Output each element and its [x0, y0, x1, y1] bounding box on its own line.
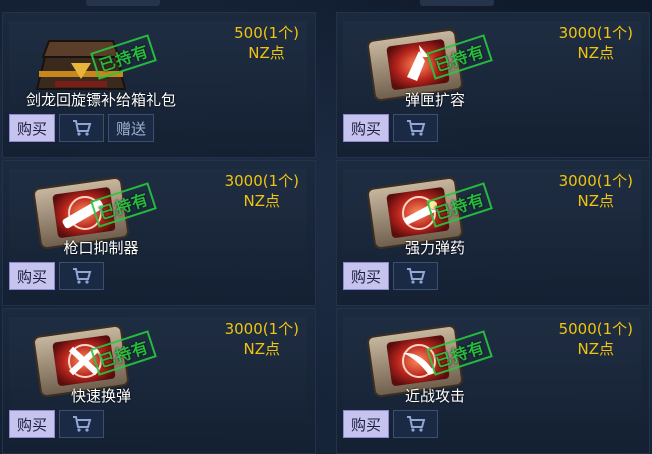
add-to-cart-button[interactable]	[393, 262, 438, 290]
price-currency: NZ点	[577, 192, 615, 210]
item-name: 弹匣扩容	[404, 91, 465, 109]
price-currency: NZ点	[248, 44, 285, 62]
add-to-cart-button[interactable]	[393, 114, 438, 142]
buy-button[interactable]: 购买	[9, 114, 55, 142]
price-amount: 3000(1个)	[224, 320, 299, 338]
cart-icon	[406, 120, 425, 136]
price-currency: NZ点	[243, 192, 281, 210]
cart-icon	[72, 416, 91, 432]
item-name: 枪口抑制器	[63, 239, 139, 257]
price-amount: 3000(1个)	[558, 172, 633, 190]
action-row: 购买 赠送	[9, 114, 154, 142]
shop-item-card: 已持有 3000(1个) NZ点 枪口抑制器 购买	[2, 160, 316, 306]
item-name: 快速换弹	[70, 387, 131, 405]
action-row: 购买	[9, 262, 104, 290]
shop-item-card: 已持有 3000(1个) NZ点 强力弹药 购买	[336, 160, 650, 306]
price-currency: NZ点	[243, 340, 281, 358]
price-amount: 5000(1个)	[558, 320, 633, 338]
item-name: 近战攻击	[404, 387, 465, 405]
cart-icon	[72, 268, 91, 284]
price-currency: NZ点	[577, 340, 615, 358]
gift-button[interactable]: 赠送	[108, 114, 154, 142]
price: 3000(1个) NZ点	[225, 171, 299, 211]
price-amount: 3000(1个)	[224, 172, 299, 190]
buy-button[interactable]: 购买	[343, 410, 389, 438]
item-name: 强力弹药	[404, 239, 465, 257]
add-to-cart-button[interactable]	[393, 410, 438, 438]
previous-row-edge	[86, 0, 160, 6]
add-to-cart-button[interactable]	[59, 410, 104, 438]
price: 500(1个) NZ点	[234, 23, 299, 63]
shop-item-card: 已持有 3000(1个) NZ点 弹匣扩容 购买	[336, 12, 650, 158]
price: 3000(1个) NZ点	[225, 319, 299, 359]
price-currency: NZ点	[577, 44, 615, 62]
buy-button[interactable]: 购买	[343, 262, 389, 290]
price-amount: 3000(1个)	[558, 24, 633, 42]
shop-item-card: 已持有 3000(1个) NZ点 快速换弹 购买	[2, 308, 316, 454]
action-row: 购买	[343, 262, 438, 290]
buy-button[interactable]: 购买	[9, 410, 55, 438]
buy-button[interactable]: 购买	[9, 262, 55, 290]
buy-button[interactable]: 购买	[343, 114, 389, 142]
shop-item-card: 已持有 5000(1个) NZ点 近战攻击 购买	[336, 308, 650, 454]
cart-icon	[406, 416, 425, 432]
cart-icon	[72, 120, 91, 136]
previous-row-edge	[420, 0, 494, 6]
price-amount: 500(1个)	[234, 24, 299, 42]
price: 5000(1个) NZ点	[559, 319, 633, 359]
action-row: 购买	[343, 410, 438, 438]
action-row: 购买	[343, 114, 438, 142]
action-row: 购买	[9, 410, 104, 438]
cart-icon	[406, 268, 425, 284]
price: 3000(1个) NZ点	[559, 171, 633, 211]
item-name: 剑龙回旋镖补给箱礼包	[25, 91, 176, 109]
add-to-cart-button[interactable]	[59, 262, 104, 290]
shop-item-card: 已持有 500(1个) NZ点 剑龙回旋镖补给箱礼包 购买 赠送	[2, 12, 316, 158]
price: 3000(1个) NZ点	[559, 23, 633, 63]
add-to-cart-button[interactable]	[59, 114, 104, 142]
